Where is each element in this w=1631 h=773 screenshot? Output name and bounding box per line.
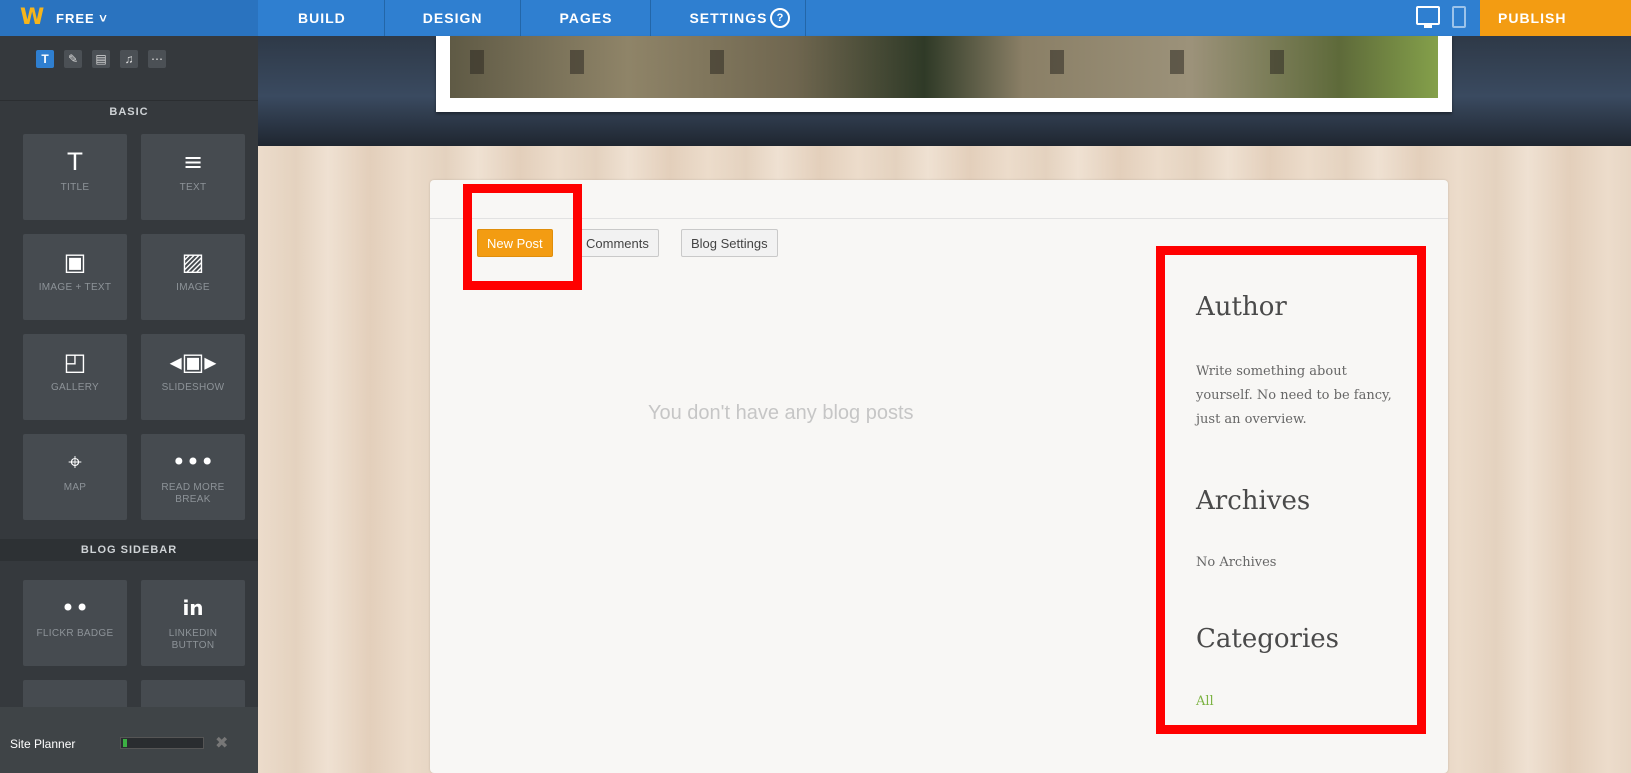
element-linkedin-button[interactable]: in LINKEDIN BUTTON bbox=[141, 580, 245, 666]
music-category-icon[interactable]: ♫ bbox=[120, 50, 138, 68]
building-window bbox=[710, 50, 724, 74]
element-image-text[interactable]: ▣ IMAGE + TEXT bbox=[23, 234, 127, 320]
building-window bbox=[470, 50, 484, 74]
empty-blog-message: You don't have any blog posts bbox=[648, 402, 914, 424]
element-read-more-break[interactable]: ••• READ MORE BREAK bbox=[141, 434, 245, 520]
help-icon[interactable]: ? bbox=[770, 8, 790, 28]
element-map[interactable]: ⌖ MAP bbox=[23, 434, 127, 520]
basic-section-label: BASIC bbox=[0, 100, 258, 123]
element-image[interactable]: ▨ IMAGE bbox=[141, 234, 245, 320]
header-image[interactable] bbox=[450, 36, 1438, 98]
more-category-icon[interactable]: ⋯ bbox=[148, 50, 166, 68]
element-label: IMAGE + TEXT bbox=[38, 282, 112, 293]
image-text-icon: ▣ bbox=[63, 248, 87, 276]
text-category-icon[interactable]: T bbox=[36, 50, 54, 68]
map-pin-icon: ⌖ bbox=[68, 448, 82, 476]
element-label: GALLERY bbox=[50, 382, 100, 393]
chevron-down-icon: ˅ bbox=[99, 10, 108, 26]
element-label: TITLE bbox=[60, 182, 90, 193]
brand-area: W FREE ˅ bbox=[0, 0, 258, 36]
publish-button[interactable]: PUBLISH bbox=[1480, 0, 1631, 36]
element-slideshow[interactable]: ◂▣▸ SLIDESHOW bbox=[141, 334, 245, 420]
image-icon: ▨ bbox=[181, 248, 205, 276]
site-planner-label: Site Planner bbox=[10, 737, 76, 751]
top-bar: W FREE ˅ BUILD DESIGN PAGES SETTINGS ? P… bbox=[0, 0, 1631, 36]
weebly-logo-icon: W bbox=[20, 5, 45, 30]
element-text[interactable]: ≡ TEXT bbox=[141, 134, 245, 220]
element-title[interactable]: T TITLE bbox=[23, 134, 127, 220]
element-label: SLIDESHOW bbox=[161, 382, 225, 393]
progress-fill bbox=[123, 739, 127, 747]
building-window bbox=[570, 50, 584, 74]
nav-build[interactable]: BUILD bbox=[258, 0, 385, 36]
site-planner-progress bbox=[120, 737, 204, 749]
site-planner[interactable]: Site Planner ✖ bbox=[0, 707, 258, 773]
blog-sidebar-section-label: BLOG SIDEBAR bbox=[0, 539, 258, 561]
slideshow-icon: ◂▣▸ bbox=[169, 348, 217, 376]
blog-settings-button[interactable]: Blog Settings bbox=[681, 229, 778, 257]
element-category-tabs: T ✎ ▤ ♫ ⋯ bbox=[0, 50, 166, 80]
new-post-highlight-box bbox=[463, 184, 582, 290]
mobile-view-icon[interactable] bbox=[1452, 6, 1466, 28]
close-icon[interactable]: ✖ bbox=[215, 733, 228, 753]
gallery-icon: ◰ bbox=[63, 348, 87, 376]
linkedin-icon: in bbox=[182, 596, 204, 620]
building-window bbox=[1050, 50, 1064, 74]
element-label: FLICKR BADGE bbox=[36, 628, 114, 639]
element-label: LINKEDIN BUTTON bbox=[168, 628, 218, 651]
plan-menu[interactable]: FREE ˅ bbox=[56, 11, 108, 26]
elements-sidebar: T ✎ ▤ ♫ ⋯ BASIC T TITLE ≡ TEXT ▣ IMAGE +… bbox=[0, 36, 258, 773]
element-label: IMAGE bbox=[176, 282, 210, 293]
element-label: TEXT bbox=[179, 182, 207, 193]
blog-sidebar-highlight-box bbox=[1156, 246, 1426, 734]
element-label: READ MORE BREAK bbox=[161, 482, 225, 505]
element-flickr-badge[interactable]: •• FLICKR BADGE bbox=[23, 580, 127, 666]
element-label: MAP bbox=[63, 482, 87, 493]
pencil-category-icon[interactable]: ✎ bbox=[64, 50, 82, 68]
dots-icon: ••• bbox=[171, 448, 215, 476]
element-gallery[interactable]: ◰ GALLERY bbox=[23, 334, 127, 420]
layout-category-icon[interactable]: ▤ bbox=[92, 50, 110, 68]
nav-design[interactable]: DESIGN bbox=[385, 0, 522, 36]
flickr-icon: •• bbox=[60, 594, 90, 622]
divider bbox=[430, 218, 1448, 219]
title-icon: T bbox=[67, 148, 83, 176]
text-icon: ≡ bbox=[182, 148, 204, 176]
building-window bbox=[1270, 50, 1284, 74]
building-window bbox=[1170, 50, 1184, 74]
plan-label: FREE bbox=[56, 10, 95, 26]
comments-button[interactable]: Comments bbox=[576, 229, 659, 257]
nav-pages[interactable]: PAGES bbox=[521, 0, 652, 36]
main-nav: BUILD DESIGN PAGES SETTINGS bbox=[258, 0, 807, 36]
desktop-view-icon[interactable] bbox=[1416, 6, 1440, 28]
